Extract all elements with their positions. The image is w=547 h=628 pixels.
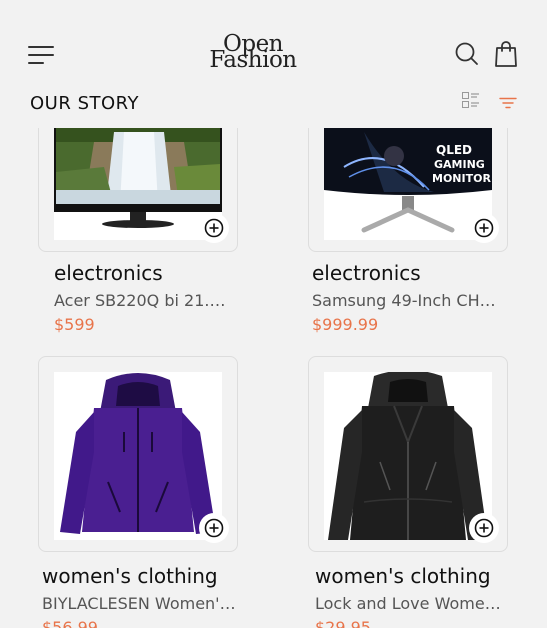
product-price: $29.95: [315, 618, 371, 628]
search-icon[interactable]: [455, 42, 479, 66]
product-category: women's clothing: [315, 564, 491, 588]
product-grid[interactable]: QLED GAMING MONITOR electronics Acer SB2…: [0, 128, 547, 628]
product-name[interactable]: Acer SB220Q bi 21.5 ...: [54, 291, 229, 310]
product-name[interactable]: Samsung 49-Inch CHG9...: [312, 291, 507, 310]
add-circle-icon: [204, 218, 224, 238]
section-title: OUR STORY: [30, 93, 140, 114]
filter-icon[interactable]: [499, 94, 517, 109]
add-to-cart-button[interactable]: [469, 513, 499, 543]
menu-icon[interactable]: [28, 46, 54, 64]
product-image[interactable]: [54, 372, 222, 540]
logo[interactable]: Open Fashion: [205, 33, 301, 73]
product-card[interactable]: [38, 128, 238, 252]
app-header: Open Fashion: [0, 0, 547, 88]
product-card[interactable]: [308, 356, 508, 552]
add-to-cart-button[interactable]: [199, 213, 229, 243]
monitor-text-2: GAMING: [434, 158, 485, 171]
monitor-text-3: MONITOR: [432, 172, 491, 185]
add-circle-icon: [474, 218, 494, 238]
product-category: electronics: [312, 261, 421, 285]
product-image[interactable]: [54, 128, 222, 240]
product-name[interactable]: BIYLACLESEN Women's ...: [42, 594, 237, 613]
product-name[interactable]: Lock and Love Women'...: [315, 594, 510, 613]
shopping-bag-icon[interactable]: [494, 40, 518, 68]
add-to-cart-button[interactable]: [199, 513, 229, 543]
product-card[interactable]: QLED GAMING MONITOR: [308, 128, 508, 252]
list-view-icon[interactable]: [462, 92, 480, 108]
add-circle-icon: [474, 518, 494, 538]
logo-line-2: Fashion: [209, 47, 297, 73]
product-card[interactable]: [38, 356, 238, 552]
product-price: $599: [54, 315, 95, 334]
product-category: electronics: [54, 261, 163, 285]
product-price: $56.99: [42, 618, 98, 628]
product-category: women's clothing: [42, 564, 218, 588]
product-image[interactable]: QLED GAMING MONITOR: [324, 128, 492, 240]
product-image[interactable]: [324, 372, 492, 540]
add-circle-icon: [204, 518, 224, 538]
add-to-cart-button[interactable]: [469, 213, 499, 243]
monitor-text-1: QLED: [436, 143, 472, 157]
product-price: $999.99: [312, 315, 379, 334]
